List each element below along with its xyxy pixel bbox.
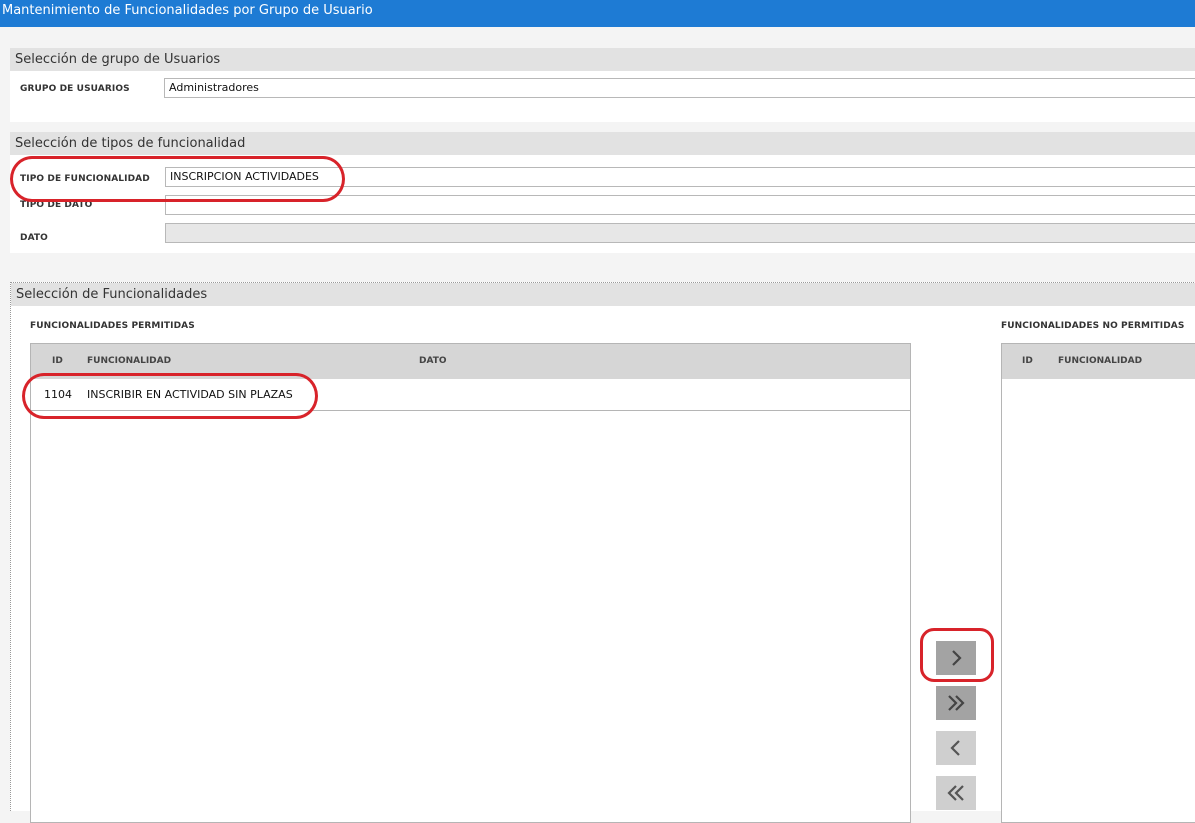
column-funcionalidad[interactable]: FUNCIONALIDAD	[1058, 344, 1142, 379]
row-id: 1104	[44, 388, 72, 401]
section-header: Selección de Funcionalidades	[11, 283, 1195, 306]
chevron-left-icon	[950, 740, 960, 756]
column-dato[interactable]: DATO	[419, 344, 447, 379]
data-label: DATO	[20, 233, 48, 243]
double-chevron-right-icon	[948, 695, 965, 711]
move-all-left-button[interactable]	[936, 776, 976, 810]
double-chevron-left-icon	[947, 785, 964, 801]
grid-header: ID FUNCIONALIDAD DATO	[31, 344, 910, 379]
section-header: Selección de tipos de funcionalidad	[10, 132, 1195, 155]
move-one-left-button[interactable]	[936, 731, 976, 765]
user-group-field[interactable]: Administradores	[164, 78, 1195, 98]
allowed-title: FUNCIONALIDADES PERMITIDAS	[30, 321, 195, 331]
table-row[interactable]: 1104 INSCRIBIR EN ACTIVIDAD SIN PLAZAS	[31, 379, 910, 411]
not-allowed-title: FUNCIONALIDADES NO PERMITIDAS	[1001, 321, 1185, 331]
functionality-type-section: Selección de tipos de funcionalidad TIPO…	[10, 132, 1195, 253]
move-one-right-button[interactable]	[936, 641, 976, 675]
data-field	[165, 223, 1195, 243]
group-label: GRUPO DE USUARIOS	[20, 84, 130, 94]
move-all-right-button[interactable]	[936, 686, 976, 720]
not-allowed-functionalities-grid: ID FUNCIONALIDAD	[1001, 343, 1195, 823]
section-header: Selección de grupo de Usuarios	[10, 48, 1195, 71]
column-id[interactable]: ID	[52, 344, 63, 379]
chevron-right-icon	[952, 650, 962, 666]
row-funcionalidad: INSCRIBIR EN ACTIVIDAD SIN PLAZAS	[87, 388, 293, 401]
functionality-type-field[interactable]: INSCRIPCION ACTIVIDADES	[165, 167, 1195, 187]
user-group-section: Selección de grupo de Usuarios GRUPO DE …	[10, 48, 1195, 122]
data-type-field[interactable]	[165, 195, 1195, 215]
grid-header: ID FUNCIONALIDAD	[1002, 344, 1195, 379]
column-id[interactable]: ID	[1022, 344, 1033, 379]
data-type-label: TIPO DE DATO	[20, 200, 93, 210]
column-funcionalidad[interactable]: FUNCIONALIDAD	[87, 344, 171, 379]
type-label: TIPO DE FUNCIONALIDAD	[20, 174, 150, 184]
allowed-functionalities-grid: ID FUNCIONALIDAD DATO 1104 INSCRIBIR EN …	[30, 343, 911, 823]
window-title: Mantenimiento de Funcionalidades por Gru…	[0, 0, 1195, 27]
